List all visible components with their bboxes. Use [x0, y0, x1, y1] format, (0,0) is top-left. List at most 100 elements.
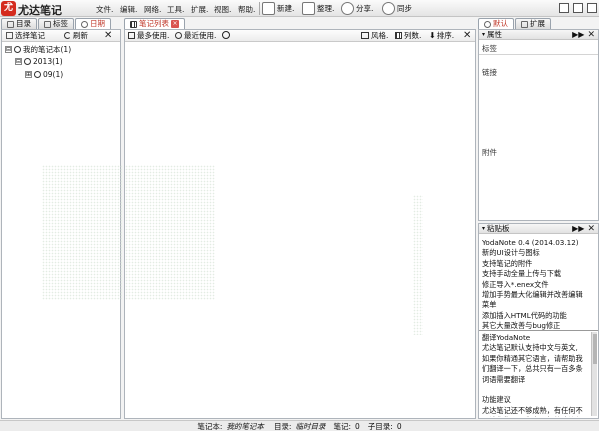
- close-window-button[interactable]: [587, 3, 597, 13]
- minimize-button[interactable]: [559, 3, 569, 13]
- default-icon: [484, 20, 491, 28]
- clipboard-scrollbar[interactable]: [591, 332, 597, 416]
- tab-date-label: 日期: [90, 19, 105, 28]
- organize-button[interactable]: 整理.: [302, 1, 334, 16]
- tree-node-my-notebook[interactable]: ⊟ 我的笔记本(1): [5, 44, 71, 55]
- dir-status-label: 目录:: [273, 421, 292, 431]
- recently-used-button[interactable]: 最近使用.: [175, 30, 216, 41]
- stack-icon: [302, 2, 315, 15]
- close-properties-button[interactable]: ✕: [587, 30, 595, 40]
- menu-help[interactable]: 帮助.: [238, 4, 255, 15]
- expand-panel-icon[interactable]: ▶▶: [572, 30, 584, 40]
- tab-tags[interactable]: 标签: [38, 18, 74, 29]
- tab-default[interactable]: 默认: [478, 18, 514, 29]
- close-tab-icon[interactable]: ×: [171, 20, 179, 28]
- triangle-down-icon[interactable]: ▾: [482, 31, 485, 38]
- background-watermark: [42, 165, 122, 300]
- tree-node-2013[interactable]: ⊟ 2013(1): [15, 57, 63, 66]
- dir-status-value: 临时目录: [295, 421, 326, 431]
- tree-node-09[interactable]: ⊞ 09(1): [25, 70, 63, 79]
- notebook-icon: [6, 32, 13, 39]
- notebook-status-value: 我的笔记本: [226, 421, 264, 431]
- subdir-status-label: 子目录:: [367, 421, 393, 431]
- history-icon: [175, 32, 182, 39]
- maximize-button[interactable]: [573, 3, 583, 13]
- links-label: 链接: [482, 68, 497, 77]
- tags-label: 标签: [482, 44, 497, 53]
- close-left-panel-button[interactable]: ✕: [104, 30, 112, 41]
- columns-button[interactable]: 列数.: [395, 30, 421, 41]
- close-list-button[interactable]: ✕: [463, 30, 471, 41]
- sync-button[interactable]: 同步: [382, 1, 412, 16]
- clipboard-item[interactable]: 翻译YodaNote 尤达笔记默认支持中文与英文, 如果你精通其它语言，请帮助我…: [482, 333, 594, 417]
- divider: [479, 54, 598, 55]
- status-bar: 笔记本: 我的笔记本 目录: 临时目录 笔记: 0 子目录: 0: [0, 420, 599, 431]
- refresh-icon: [64, 32, 71, 39]
- clipboard-item[interactable]: YodaNote 0.4 (2014.03.12) 新的UI设计与图标 支持笔记…: [482, 238, 594, 332]
- tab-tags-label: 标签: [53, 19, 68, 28]
- most-used-button[interactable]: 最多使用.: [128, 30, 169, 41]
- tree-node-label: 我的笔记本(1): [23, 45, 72, 54]
- tree-node-label: 09(1): [43, 70, 64, 79]
- expand-panel-icon[interactable]: ▶▶: [572, 224, 584, 234]
- app-title: 尤达笔记: [18, 4, 62, 17]
- globe-icon: [341, 2, 354, 15]
- tab-extension-label: 扩展: [530, 19, 545, 28]
- properties-panel: ▾ 属性 ▶▶ ✕ 标签 链接 附件: [478, 29, 599, 221]
- sort-button[interactable]: ⬇ 排序.: [429, 30, 454, 41]
- refresh-button[interactable]: 刷新: [64, 30, 88, 41]
- close-clipboard-button[interactable]: ✕: [587, 224, 595, 234]
- left-tabstrip: 目录 标签 日期: [1, 18, 111, 29]
- clipboard-panel: ▾ 粘贴板 ▶▶ ✕ YodaNote 0.4 (2014.03.12) 新的U…: [478, 223, 599, 419]
- star-icon: [128, 32, 135, 39]
- sort-label: 排序.: [436, 31, 455, 40]
- tab-extension[interactable]: 扩展: [515, 18, 551, 29]
- clock-icon: [24, 58, 31, 65]
- tab-directory-label: 目录: [16, 19, 31, 28]
- center-tabstrip: 笔记列表 ×: [124, 18, 185, 29]
- scrollbar-thumb[interactable]: [593, 334, 597, 364]
- tree-node-label: 2013(1): [33, 57, 63, 66]
- style-button[interactable]: 风格.: [361, 30, 388, 41]
- menu-file[interactable]: 文件.: [96, 4, 113, 15]
- collapse-icon[interactable]: ⊟: [5, 46, 12, 53]
- title-toolbar: 尤 尤达笔记 文件. 编辑. 网络. 工具. 扩展. 视图. 帮助. 新建. 整…: [0, 0, 599, 17]
- style-label: 风格.: [371, 31, 389, 40]
- clock-icon: [34, 71, 41, 78]
- notebook-status-label: 笔记本:: [197, 421, 223, 431]
- menu-extensions[interactable]: 扩展.: [191, 4, 208, 15]
- columns-icon: [395, 32, 402, 39]
- select-notebook-button[interactable]: 选择笔记: [6, 30, 45, 41]
- menu-tools[interactable]: 工具.: [167, 4, 184, 15]
- share-button[interactable]: 分享.: [341, 1, 373, 16]
- select-notebook-label: 选择笔记: [15, 31, 45, 40]
- menu-network[interactable]: 网络.: [144, 4, 161, 15]
- tab-directory[interactable]: 目录: [1, 18, 37, 29]
- tag-icon: [44, 20, 51, 28]
- divider: [479, 330, 598, 331]
- tab-note-list-label: 笔记列表: [139, 19, 169, 28]
- organize-label: 整理.: [317, 4, 335, 13]
- attachments-label: 附件: [482, 148, 497, 157]
- pencil-icon: [262, 2, 275, 15]
- columns-label: 列数.: [404, 31, 422, 40]
- center-panel: 最多使用. 最近使用. 风格. 列数. ⬇ 排序. ✕: [124, 29, 476, 419]
- expand-icon[interactable]: ⊞: [25, 71, 32, 78]
- toolbar-separator: [259, 2, 260, 15]
- new-button[interactable]: 新建.: [262, 1, 294, 16]
- tab-date[interactable]: 日期: [75, 18, 111, 29]
- extension-icon: [521, 20, 528, 28]
- tab-default-label: 默认: [493, 19, 508, 28]
- refresh-label: 刷新: [73, 31, 88, 40]
- background-watermark: [413, 195, 423, 335]
- menu-edit[interactable]: 编辑.: [120, 4, 137, 15]
- menu-view[interactable]: 视图.: [214, 4, 231, 15]
- triangle-down-icon[interactable]: ▾: [482, 225, 485, 232]
- background-watermark: [125, 165, 215, 300]
- clock-icon: [81, 20, 88, 28]
- folder-icon: [7, 20, 14, 28]
- notes-status-value: 0: [355, 421, 360, 431]
- collapse-icon[interactable]: ⊟: [15, 58, 22, 65]
- search-icon[interactable]: [222, 31, 230, 39]
- tab-note-list[interactable]: 笔记列表 ×: [124, 18, 185, 29]
